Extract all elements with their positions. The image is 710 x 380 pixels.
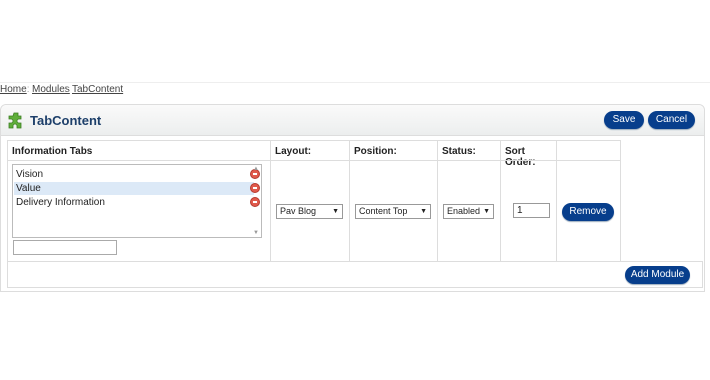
column-header-action bbox=[556, 140, 621, 161]
table-footer bbox=[7, 261, 703, 288]
puzzle-icon bbox=[8, 112, 22, 129]
list-item-label: Vision bbox=[16, 169, 44, 180]
position-select-value: Content Top bbox=[359, 206, 408, 216]
column-header-information-tabs: Information Tabs bbox=[7, 140, 271, 161]
breadcrumb-separator: :: bbox=[64, 84, 70, 95]
column-header-layout: Layout: bbox=[270, 140, 350, 161]
scroll-up-icon[interactable]: ▲ bbox=[253, 166, 259, 172]
breadcrumb: Home :: Modules :: TabContent bbox=[0, 82, 710, 97]
layout-select[interactable]: Pav Blog ▼ bbox=[276, 204, 343, 219]
list-item[interactable]: Delivery Information bbox=[14, 196, 260, 209]
list-item-label: Value bbox=[16, 183, 41, 194]
column-header-position: Position: bbox=[349, 140, 438, 161]
list-item-label: Delivery Information bbox=[16, 197, 105, 208]
column-header-sort-order: Sort Order: bbox=[500, 140, 557, 168]
add-module-button[interactable]: Add Module bbox=[625, 266, 690, 284]
list-scrollbar[interactable]: ▲ ▼ bbox=[252, 166, 260, 236]
information-tabs-list[interactable]: Vision Value Delivery Information ▲ ▼ bbox=[12, 164, 262, 238]
breadcrumb-current-link[interactable]: TabContent bbox=[72, 84, 123, 95]
column-header-status: Status: bbox=[437, 140, 501, 161]
chevron-down-icon: ▼ bbox=[420, 208, 427, 215]
page-title: TabContent bbox=[30, 113, 102, 128]
layout-select-value: Pav Blog bbox=[280, 206, 317, 216]
list-item[interactable]: Value bbox=[14, 182, 260, 195]
sort-order-input[interactable]: 1 bbox=[513, 203, 550, 218]
position-select[interactable]: Content Top ▼ bbox=[355, 204, 431, 219]
new-tab-input[interactable] bbox=[13, 240, 117, 255]
breadcrumb-home-link[interactable]: Home bbox=[0, 84, 27, 95]
status-select[interactable]: Enabled ▼ bbox=[443, 204, 494, 219]
scroll-down-icon[interactable]: ▼ bbox=[253, 230, 259, 236]
cancel-button[interactable]: Cancel bbox=[648, 111, 695, 129]
box-header: TabContent Save Cancel bbox=[1, 105, 704, 136]
chevron-down-icon: ▼ bbox=[483, 208, 490, 215]
status-select-value: Enabled bbox=[447, 206, 481, 216]
remove-button[interactable]: Remove bbox=[562, 203, 614, 221]
list-item[interactable]: Vision bbox=[14, 168, 260, 181]
save-button[interactable]: Save bbox=[604, 111, 644, 129]
breadcrumb-separator: :: bbox=[24, 84, 30, 95]
chevron-down-icon: ▼ bbox=[332, 208, 339, 215]
